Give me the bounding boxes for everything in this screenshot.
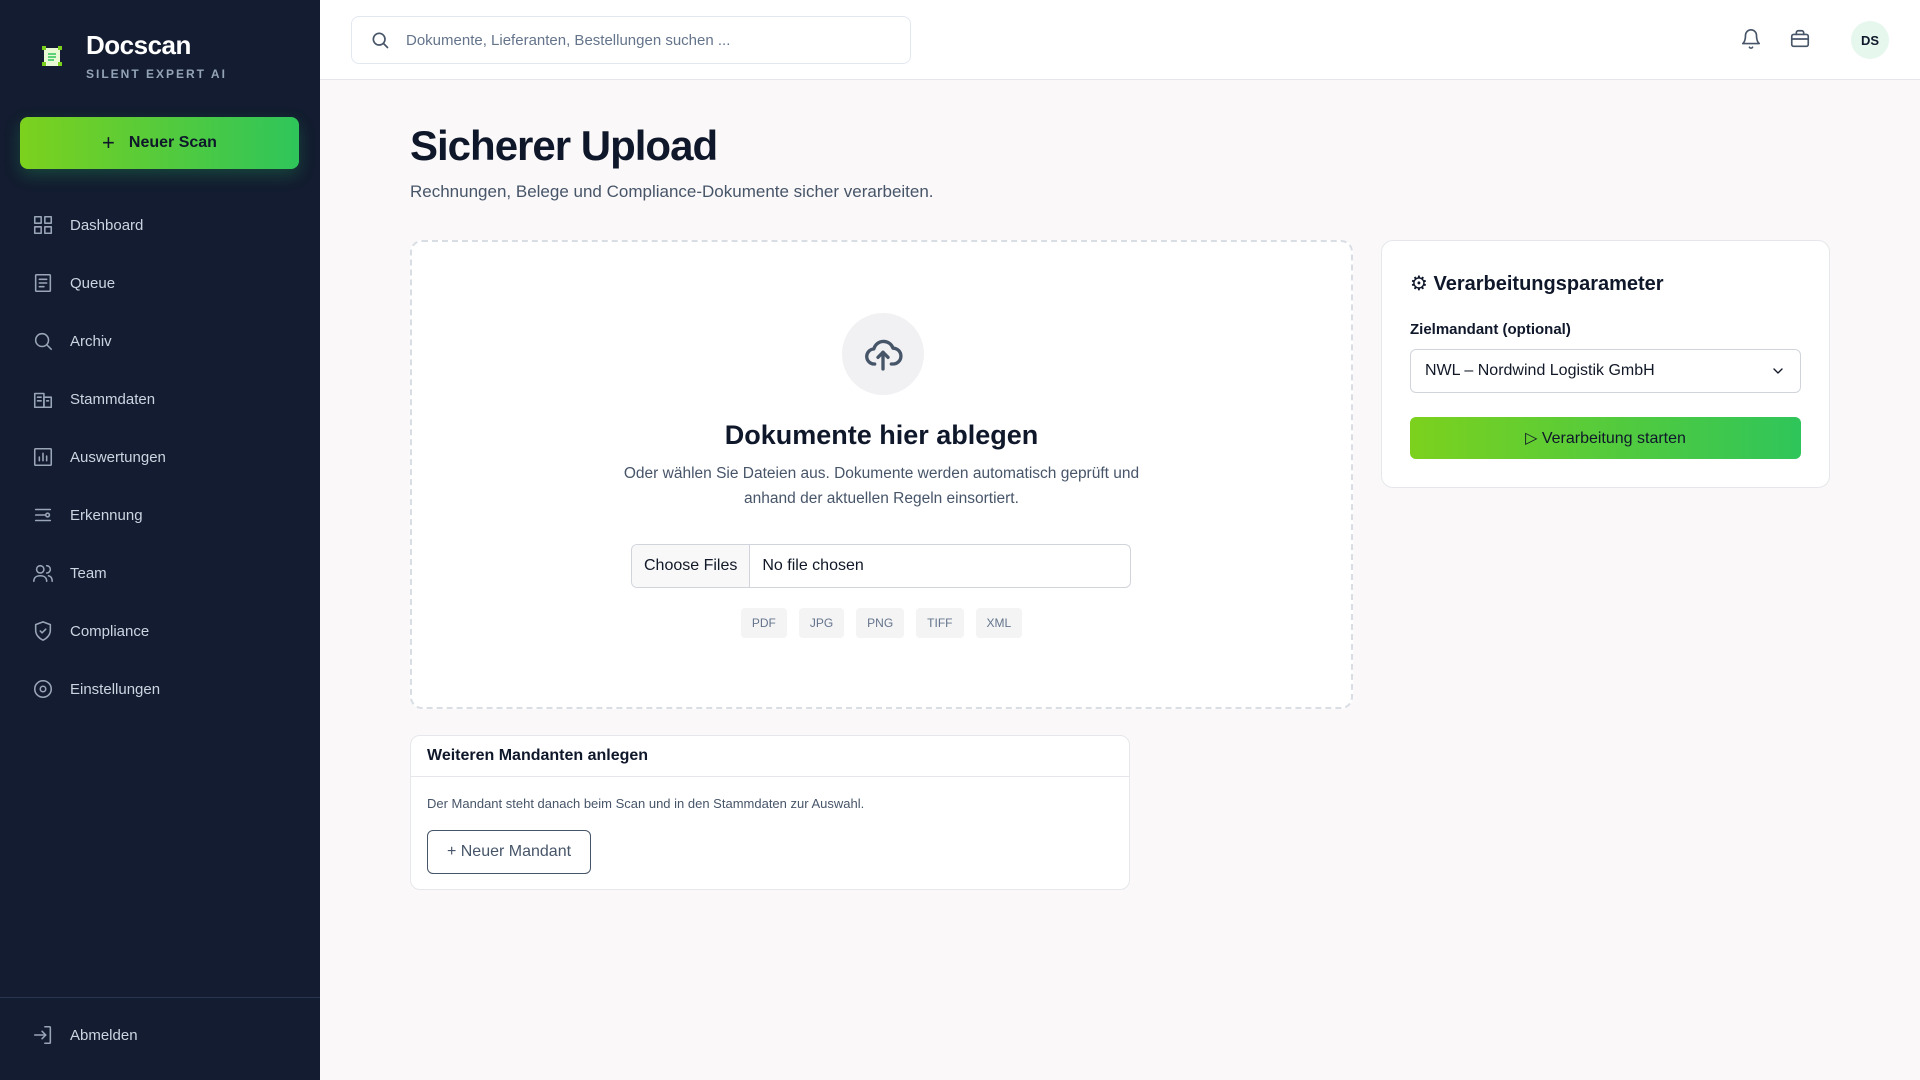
sidebar-item-archiv[interactable]: Archiv <box>0 312 320 370</box>
sidebar-item-label: Dashboard <box>70 216 144 234</box>
sidebar-item-label: Team <box>70 564 107 582</box>
briefcase-icon <box>1790 29 1810 48</box>
sidebar-item-label: Stammdaten <box>70 390 156 408</box>
new-client-card: Weiteren Mandanten anlegen Der Mandant s… <box>410 735 1130 890</box>
format-badge: PNG <box>856 608 905 638</box>
upload-icon-wrap <box>842 313 924 395</box>
sidebar-item-label: Einstellungen <box>70 680 161 698</box>
dropzone-description: Oder wählen Sie Dateien aus. Dokumente w… <box>623 465 1140 507</box>
sidebar-item-team[interactable]: Team <box>0 544 320 602</box>
chart-icon <box>33 447 53 467</box>
choose-files-button[interactable]: Choose Files <box>632 545 751 587</box>
grid-icon <box>33 215 53 235</box>
sidebar-item-label: Auswertungen <box>70 448 166 466</box>
format-list: PDF JPG PNG TIFF XML <box>412 608 1351 638</box>
search-icon <box>372 32 389 49</box>
docscan-logo-icon <box>36 40 68 72</box>
sidebar: Docscan SILENT EXPERT AI + Neuer Scan Da… <box>0 0 320 1080</box>
upload-dropzone[interactable]: Dokumente hier ablegen Oder wählen Sie D… <box>410 240 1353 709</box>
logout-button[interactable]: Abmelden <box>0 1006 320 1064</box>
list-icon <box>34 273 52 293</box>
brand-name: Docscan <box>86 30 191 60</box>
format-badge: XML <box>975 608 1023 638</box>
search-icon <box>34 332 53 351</box>
sidebar-nav: Dashboard Queue Archiv Stammdaten Auswer… <box>0 196 320 718</box>
format-badge: JPG <box>798 608 845 638</box>
brand: Docscan SILENT EXPERT AI <box>36 30 227 81</box>
panel-title: ⚙ Verarbeitungsparameter <box>1410 273 1664 295</box>
sidebar-item-compliance[interactable]: Compliance <box>0 602 320 660</box>
brand-tagline: SILENT EXPERT AI <box>86 67 227 81</box>
dropzone-title: Dokumente hier ablegen <box>724 420 1039 450</box>
search-input[interactable] <box>406 31 886 49</box>
select-value: NWL – Nordwind Logistik GmbH <box>1425 362 1655 379</box>
logout-icon <box>33 1025 52 1045</box>
sidebar-item-label: Compliance <box>70 622 150 640</box>
file-status: No file chosen <box>762 557 864 574</box>
start-processing-button[interactable]: ▷ Verarbeitung starten <box>1410 417 1801 459</box>
sidebar-item-einstellungen[interactable]: Einstellungen <box>0 660 320 718</box>
briefcase-button[interactable] <box>1789 28 1813 52</box>
sidebar-divider <box>0 997 320 998</box>
plus-icon: + <box>102 130 115 155</box>
processing-params-panel: ⚙ Verarbeitungsparameter Zielmandant (op… <box>1381 240 1830 488</box>
sidebar-item-dashboard[interactable]: Dashboard <box>0 196 320 254</box>
new-scan-label: Neuer Scan <box>128 134 217 151</box>
new-client-button[interactable]: + Neuer Mandant <box>427 830 591 874</box>
chevron-down-icon <box>1773 368 1783 374</box>
new-client-description: Der Mandant steht danach beim Scan und i… <box>427 796 865 811</box>
sidebar-item-auswertungen[interactable]: Auswertungen <box>0 428 320 486</box>
search-box[interactable] <box>351 16 911 64</box>
target-client-select[interactable]: NWL – Nordwind Logistik GmbH <box>1410 349 1801 393</box>
file-input[interactable]: Choose Files No file chosen <box>631 544 1131 588</box>
target-client-label: Zielmandant (optional) <box>1410 321 1571 338</box>
shield-icon <box>34 621 52 641</box>
format-badge: TIFF <box>916 608 964 638</box>
format-badge: PDF <box>740 608 787 638</box>
logout-section: Abmelden <box>0 1006 320 1064</box>
settings-icon <box>33 679 53 699</box>
avatar[interactable]: DS <box>1851 21 1889 59</box>
sidebar-item-label: Archiv <box>70 332 112 350</box>
page-subtitle: Rechnungen, Belege und Compliance-Dokume… <box>410 182 934 201</box>
new-scan-button[interactable]: + Neuer Scan <box>20 117 299 169</box>
sidebar-item-label: Queue <box>70 274 116 292</box>
filter-icon <box>34 508 52 522</box>
building-icon <box>33 392 53 409</box>
new-client-title: Weiteren Mandanten anlegen <box>411 736 1129 777</box>
topbar: DS <box>320 0 1920 80</box>
notifications-button[interactable] <box>1740 28 1764 52</box>
cloud-upload-icon <box>865 339 903 371</box>
users-icon <box>33 564 53 583</box>
sidebar-item-stammdaten[interactable]: Stammdaten <box>0 370 320 428</box>
bell-icon <box>1741 29 1761 50</box>
logout-label: Abmelden <box>70 1026 138 1044</box>
sidebar-item-erkennung[interactable]: Erkennung <box>0 486 320 544</box>
sidebar-item-queue[interactable]: Queue <box>0 254 320 312</box>
page-title: Sicherer Upload <box>410 122 718 169</box>
sidebar-item-label: Erkennung <box>70 506 143 524</box>
